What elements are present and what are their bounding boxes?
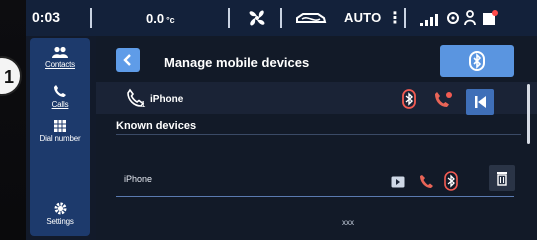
known-device-name: iPhone <box>124 174 153 184</box>
status-separator <box>280 8 282 28</box>
known-device-row[interactable]: iPhone <box>116 162 521 196</box>
sidebar-item-dial-number[interactable]: Dial number <box>30 120 90 143</box>
bluetooth-button[interactable] <box>396 86 422 112</box>
bluetooth-icon <box>402 89 416 109</box>
settings-icon <box>54 202 66 215</box>
call-icon <box>54 85 66 97</box>
sidebar-item-label: Dial number <box>39 134 81 143</box>
line-number: 1 <box>141 100 146 109</box>
more-dots-icon[interactable]: ⋮ <box>387 8 403 28</box>
sidebar: Contacts Calls Dial number Settings <box>30 38 90 236</box>
bluetooth-icon[interactable] <box>444 171 458 191</box>
fan-icon[interactable] <box>246 8 268 28</box>
phone-icon[interactable] <box>419 173 435 189</box>
media-audio-button[interactable] <box>466 89 494 115</box>
skip-previous-icon <box>475 96 486 108</box>
connected-device-name: iPhone <box>150 94 184 105</box>
user-profile-icon <box>464 10 476 26</box>
page-title: Manage mobile devices <box>164 55 310 70</box>
notification-icon[interactable] <box>482 10 498 26</box>
sidebar-item-contacts[interactable]: Contacts <box>30 46 90 69</box>
bluetooth-add-icon <box>469 51 485 71</box>
back-button[interactable] <box>116 48 140 72</box>
sidebar-item-label: Contacts <box>45 60 75 69</box>
clock: 0:03 <box>32 9 61 25</box>
phone-bluetooth-icon <box>435 92 452 107</box>
footer-text: xxx <box>342 218 354 227</box>
status-separator <box>228 8 230 28</box>
row-divider <box>116 196 514 197</box>
main-panel: Manage mobile devices 1 iPhone Known dev… <box>96 36 537 240</box>
delete-device-button[interactable] <box>489 165 515 191</box>
status-separator <box>404 8 406 28</box>
sidebar-item-settings[interactable]: Settings <box>30 202 90 226</box>
trash-icon <box>497 172 507 186</box>
contacts-icon <box>52 46 68 58</box>
sidebar-item-label: Settings <box>46 217 74 226</box>
signal-strength-icon <box>420 14 438 26</box>
known-devices-header: Known devices <box>116 120 197 132</box>
callout-number: 1 <box>4 67 15 87</box>
chevron-left-icon <box>123 54 131 66</box>
media-play-icon[interactable] <box>391 176 405 188</box>
scrollbar[interactable] <box>527 84 530 144</box>
car-recirculation-icon[interactable] <box>294 10 328 26</box>
sidebar-item-calls[interactable]: Calls <box>30 84 90 109</box>
section-divider <box>116 134 521 135</box>
status-bar: 0:03 0.0 °c AUTO ⋮ <box>26 0 537 36</box>
temperature-readout[interactable]: 0.0 °c <box>146 11 175 26</box>
infotainment-screen: 0:03 0.0 °c AUTO ⋮ Contacts Calls Dial n… <box>26 0 537 240</box>
sidebar-item-label: Calls <box>51 100 69 109</box>
pair-device-button[interactable] <box>440 45 514 77</box>
status-separator <box>90 8 92 28</box>
auto-climate-label[interactable]: AUTO <box>344 10 381 25</box>
gps-icon <box>447 12 459 24</box>
call-audio-button[interactable] <box>430 86 456 112</box>
dialpad-icon <box>54 120 66 132</box>
